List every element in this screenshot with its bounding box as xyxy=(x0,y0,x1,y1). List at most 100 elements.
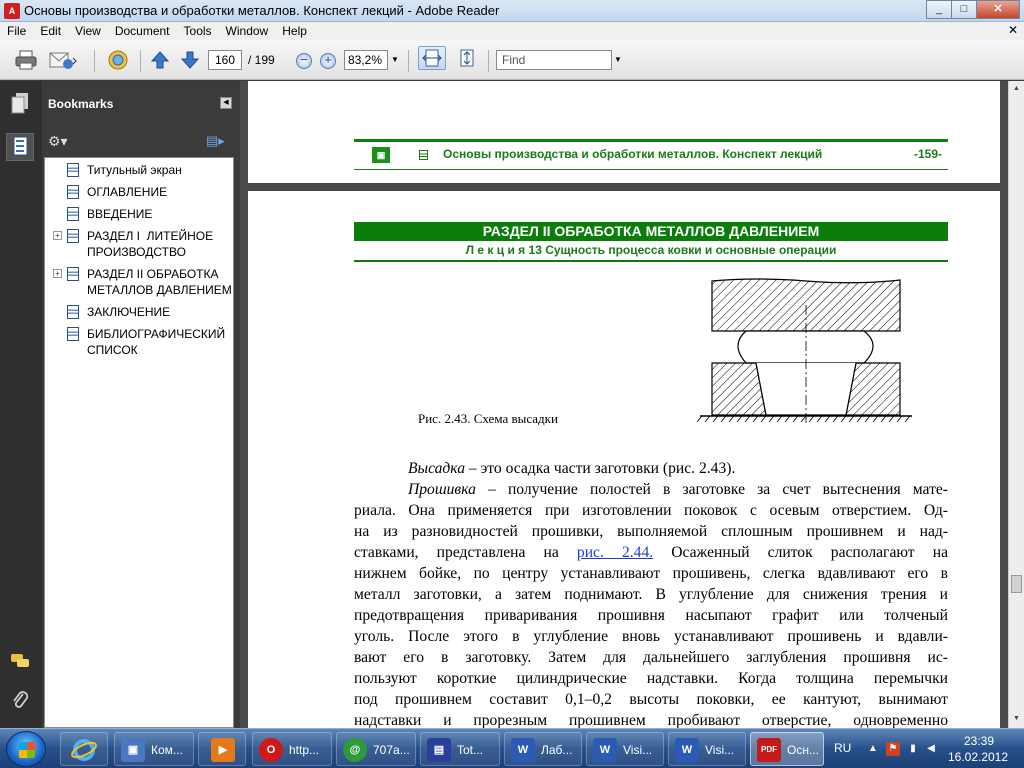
paragraph-text: Осаженный слиток располагают на xyxy=(653,544,948,561)
options-gear-icon[interactable]: ⚙▾ xyxy=(48,133,68,150)
lecture-title: Л е к ц и я 13 Сущность процесса ковки и… xyxy=(354,243,948,257)
bookmark-item[interactable]: + РАЗДЕЛ I ЛИТЕЙНОЕ ПРОИЗВОДСТВО xyxy=(45,228,233,262)
document-view[interactable]: ▣ Основы производства и обработки металл… xyxy=(240,81,1008,728)
zoom-out-button[interactable]: − xyxy=(296,53,312,69)
bookmark-label: Титульный экран xyxy=(87,163,182,177)
attachments-panel-button[interactable] xyxy=(6,689,34,717)
taskbar-item[interactable]: ▣ Ком... xyxy=(114,732,194,766)
taskbar-label: Visi... xyxy=(623,743,653,757)
window-controls: _ □ ✕ xyxy=(926,0,1020,19)
bookmark-item[interactable]: ЗАКЛЮЧЕНИЕ xyxy=(45,304,233,322)
title-bar: A Основы производства и обработки металл… xyxy=(0,0,1024,22)
action-center-icon[interactable]: ⚑ xyxy=(886,742,900,756)
paragraph-line: Прошивка – получение полостей в заготовк… xyxy=(408,480,948,500)
windows-logo-icon xyxy=(19,742,35,758)
figure-link[interactable]: рис. 2.44. xyxy=(577,544,653,561)
internet-explorer-icon xyxy=(71,739,97,761)
print-button[interactable] xyxy=(12,48,40,72)
pdf-icon: PDF xyxy=(757,738,781,762)
scrollbar-thumb[interactable] xyxy=(1011,575,1022,593)
scroll-up-icon[interactable]: ▲ xyxy=(1009,81,1024,97)
page-number-input[interactable]: 160 xyxy=(208,50,242,70)
tray-arrow-icon[interactable]: ▲ xyxy=(866,742,880,756)
paragraph-line: на из разновидностей прошивки, выполняем… xyxy=(354,523,948,540)
taskbar-item[interactable]: W Visi... xyxy=(668,732,746,766)
zoom-dropdown-button[interactable]: ▼ xyxy=(389,50,401,70)
volume-icon[interactable]: ◀ xyxy=(924,742,938,756)
term-italic: Высадка xyxy=(408,460,465,477)
paragraph-line: предотвращения приваривания прошивня нас… xyxy=(354,607,948,624)
menu-tools[interactable]: Tools xyxy=(177,22,219,40)
previous-page-button[interactable] xyxy=(148,48,172,72)
language-indicator[interactable]: RU xyxy=(834,741,851,755)
lecture-prefix: Л е к ц и я xyxy=(465,243,526,257)
taskbar-item-active[interactable]: PDF Осн... xyxy=(750,732,824,766)
menu-file[interactable]: File xyxy=(0,22,33,40)
comments-panel-button[interactable] xyxy=(6,651,34,679)
navigation-pane-strip xyxy=(0,81,42,728)
network-icon[interactable]: ▮ xyxy=(906,742,920,756)
taskbar-label: 707a... xyxy=(373,743,410,757)
bookmark-label: РАЗДЕЛ I ЛИТЕЙНОЕ ПРОИЗВОДСТВО xyxy=(87,229,214,259)
taskbar-label: http... xyxy=(289,743,320,757)
clock-date[interactable]: 16.02.2012 xyxy=(940,750,1016,764)
bookmark-item[interactable]: Титульный экран xyxy=(45,162,233,180)
paperclip-icon xyxy=(13,691,29,708)
menu-window[interactable]: Window xyxy=(219,22,276,40)
collapse-panel-button[interactable]: ◀ xyxy=(220,97,232,109)
bookmark-page-icon xyxy=(67,305,79,319)
fit-width-button[interactable] xyxy=(418,46,446,70)
share-button[interactable] xyxy=(46,48,80,72)
vertical-scrollbar[interactable]: ▲ ▼ xyxy=(1008,81,1024,728)
taskbar-item[interactable]: W Visi... xyxy=(586,732,664,766)
taskbar-item[interactable]: ▶ xyxy=(198,732,246,766)
paragraph-line: пользуют короткие цилиндрические надстав… xyxy=(354,670,948,687)
comments-icon xyxy=(11,654,29,667)
paragraph-text: – это осадка части заготовки (рис. 2.43)… xyxy=(465,460,736,477)
scroll-down-icon[interactable]: ▼ xyxy=(1009,711,1024,727)
paragraph-line: нижнем бойке, по центру устанавливают пр… xyxy=(354,565,948,582)
menu-document[interactable]: Document xyxy=(108,22,177,40)
collaborate-button[interactable] xyxy=(104,48,132,72)
printer-icon xyxy=(15,50,37,70)
expand-toggle-icon[interactable]: + xyxy=(53,269,62,278)
taskbar-item[interactable]: ▤ Tot... xyxy=(420,732,500,766)
bookmark-item[interactable]: + РАЗДЕЛ II ОБРАБОТКА МЕТАЛЛОВ ДАВЛЕНИЕМ xyxy=(45,266,233,300)
close-document-button[interactable]: ✕ xyxy=(1008,23,1018,37)
clock-time[interactable]: 23:39 xyxy=(948,734,1010,748)
maximize-button[interactable]: □ xyxy=(951,0,977,19)
bookmark-label: РАЗДЕЛ II ОБРАБОТКА МЕТАЛЛОВ ДАВЛЕНИЕМ xyxy=(87,267,232,297)
bookmark-item[interactable]: БИБЛИОГРАФИЧЕСКИЙ СПИСОК xyxy=(45,326,233,360)
bookmark-item[interactable]: ВВЕДЕНИЕ xyxy=(45,206,233,224)
find-dropdown-button[interactable]: ▼ xyxy=(612,50,624,70)
bookmark-item[interactable]: ОГЛАВЛЕНИЕ xyxy=(45,184,233,202)
fit-page-button[interactable] xyxy=(454,46,480,70)
expand-toggle-icon[interactable]: + xyxy=(53,231,62,240)
word-doc-icon: W xyxy=(675,738,699,762)
taskbar-item[interactable]: O http... xyxy=(252,732,332,766)
close-button[interactable]: ✕ xyxy=(976,0,1020,19)
envelope-share-icon xyxy=(49,52,77,69)
expand-bookmark-icon[interactable]: ▤▸ xyxy=(206,133,225,149)
taskbar-item[interactable]: W Лаб... xyxy=(504,732,582,766)
paragraph-line: Высадка – это осадка части заготовки (ри… xyxy=(408,459,948,479)
pages-panel-button[interactable] xyxy=(6,91,34,119)
taskbar-ie-button[interactable] xyxy=(60,732,108,766)
paragraph-text: – получение полостей в заготовке за счет… xyxy=(475,481,948,498)
menu-help[interactable]: Help xyxy=(275,22,314,40)
section-title: РАЗДЕЛ II ОБРАБОТКА МЕТАЛЛОВ ДАВЛЕНИЕМ xyxy=(354,222,948,241)
minimize-button[interactable]: _ xyxy=(926,0,952,19)
menu-view[interactable]: View xyxy=(68,22,108,40)
find-input[interactable]: Find xyxy=(496,50,612,70)
toolbar-separator xyxy=(488,50,489,72)
next-page-button[interactable] xyxy=(178,48,202,72)
start-button[interactable] xyxy=(6,731,46,767)
taskbar-item[interactable]: @ 707a... xyxy=(336,732,416,766)
document-logo-icon: ▣ xyxy=(372,147,390,163)
zoom-in-button[interactable]: + xyxy=(320,53,336,69)
menu-edit[interactable]: Edit xyxy=(33,22,68,40)
zoom-input[interactable]: 83,2% xyxy=(344,50,388,70)
taskbar-label: Tot... xyxy=(457,743,484,757)
paragraph-line: под прошивнем составит 0,1–0,2 высоты по… xyxy=(354,691,948,708)
bookmarks-panel-button[interactable] xyxy=(6,133,34,161)
